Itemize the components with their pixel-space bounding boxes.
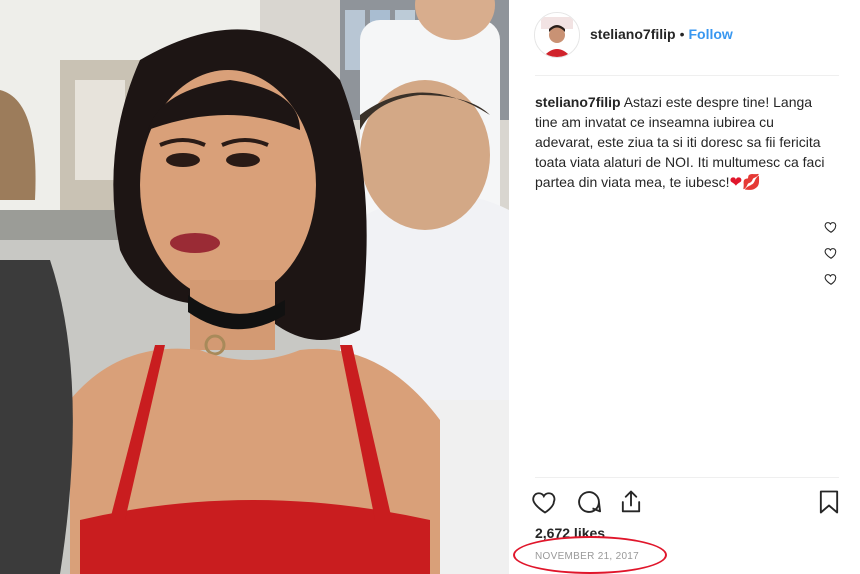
header-divider bbox=[535, 75, 839, 76]
share-button[interactable] bbox=[617, 488, 645, 521]
post-header: steliano7filip • Follow bbox=[509, 0, 839, 72]
caption-emojis: ❤💋 bbox=[729, 174, 761, 191]
avatar[interactable] bbox=[534, 12, 580, 58]
avatar-image bbox=[535, 13, 579, 57]
save-button[interactable] bbox=[815, 488, 843, 521]
actions-divider bbox=[535, 477, 839, 478]
likes-count[interactable]: 2,672 likes bbox=[535, 525, 605, 541]
post-date[interactable]: November 21, 2017 bbox=[535, 551, 639, 562]
heart-outline-icon bbox=[532, 492, 556, 514]
like-button[interactable] bbox=[531, 488, 559, 521]
header-username[interactable]: steliano7filip bbox=[590, 26, 676, 42]
comment-like-icons bbox=[824, 220, 840, 298]
share-icon bbox=[621, 490, 641, 513]
follow-button[interactable]: Follow bbox=[688, 26, 732, 42]
separator-dot: • bbox=[679, 26, 685, 42]
comment-icon bbox=[578, 491, 602, 513]
post-photo bbox=[0, 0, 509, 574]
heart-outline-icon[interactable] bbox=[824, 246, 840, 262]
post-image[interactable] bbox=[0, 0, 509, 574]
username-row: steliano7filip • Follow bbox=[590, 26, 733, 42]
bookmark-icon bbox=[819, 490, 839, 514]
action-bar bbox=[531, 486, 851, 520]
heart-outline-icon[interactable] bbox=[824, 220, 840, 236]
comment-button[interactable] bbox=[575, 488, 603, 521]
heart-outline-icon[interactable] bbox=[824, 272, 840, 288]
post-details-panel: steliano7filip • Follow steliano7filip Ast… bbox=[509, 0, 860, 574]
caption-username[interactable]: steliano7filip bbox=[535, 94, 621, 110]
caption: steliano7filip Astazi este despre tine! … bbox=[535, 92, 835, 193]
